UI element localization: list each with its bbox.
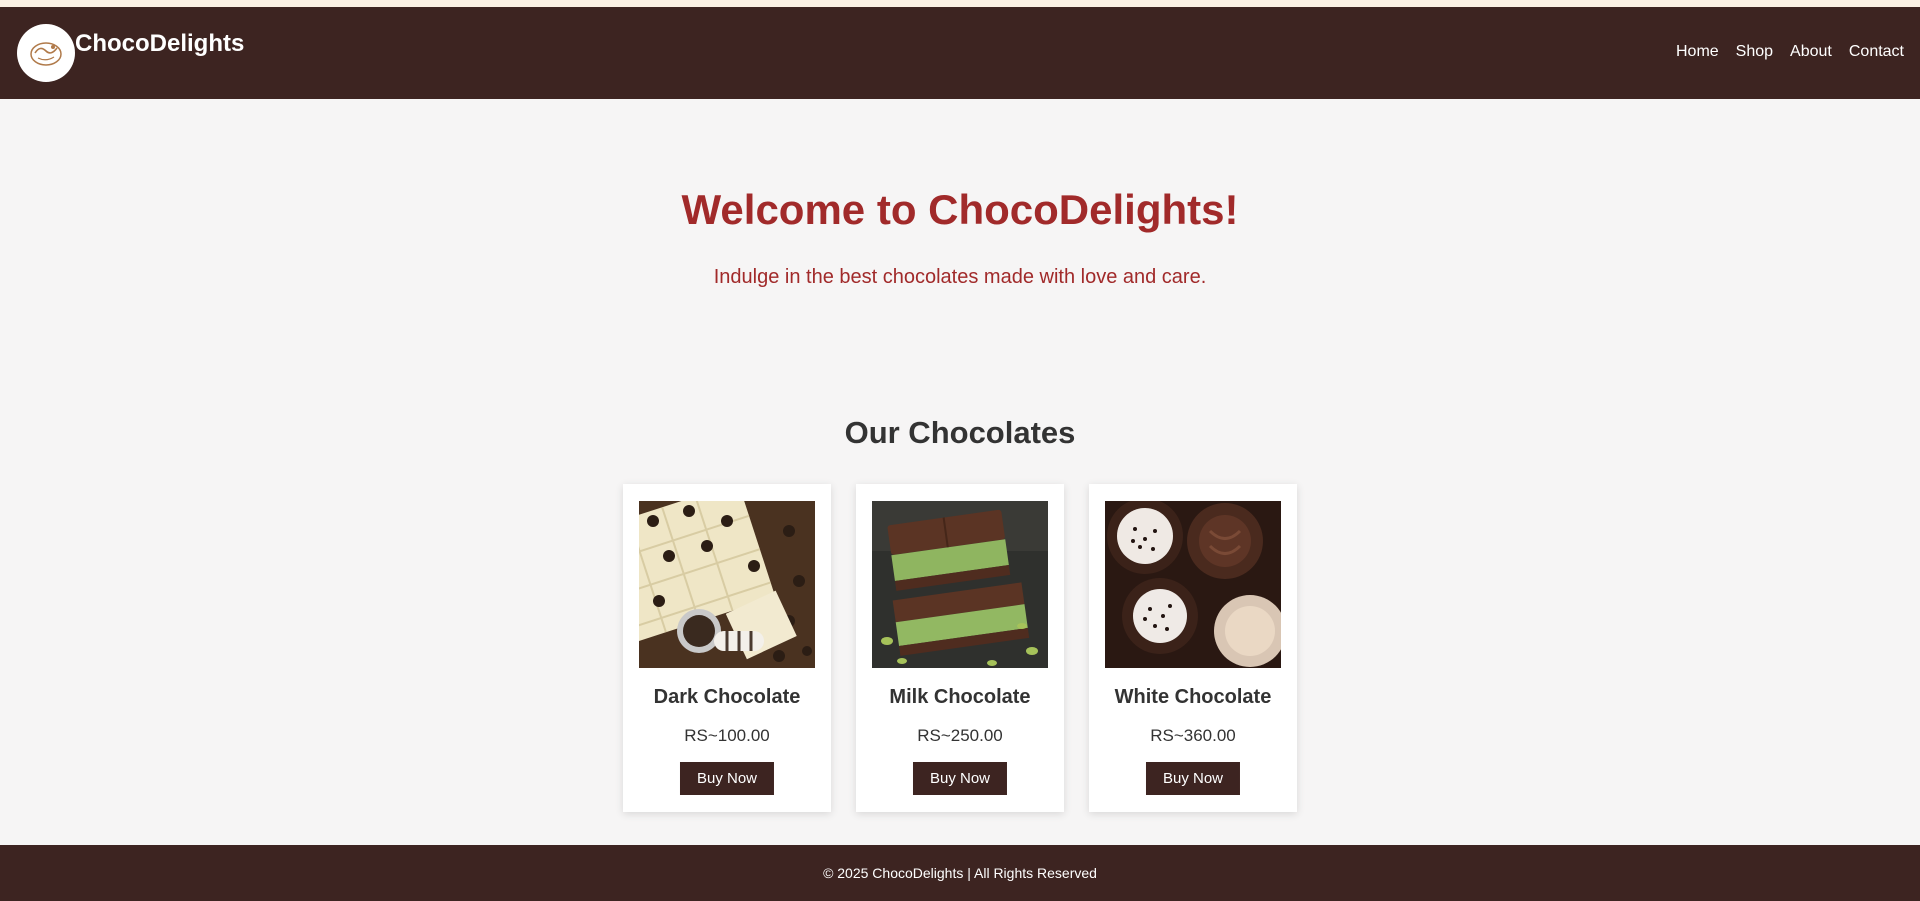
- product-card-milk: Milk Chocolate RS~250.00 Buy Now: [856, 484, 1064, 812]
- pistachio-chocolate-bar-image: [872, 501, 1048, 668]
- product-card-white: White Chocolate RS~360.00 Buy Now: [1089, 484, 1297, 812]
- product-card-dark: Dark Chocolate RS~100.00 Buy Now: [623, 484, 831, 812]
- nav-home[interactable]: Home: [1676, 43, 1719, 61]
- section-title: Our Chocolates: [844, 415, 1076, 450]
- chocolate-truffles-image: [1105, 501, 1281, 668]
- nav-contact[interactable]: Contact: [1849, 43, 1904, 61]
- product-price: RS~100.00: [684, 726, 770, 745]
- top-accent-strip: [0, 0, 1920, 7]
- hero-subtitle: Indulge in the best chocolates made with…: [713, 266, 1207, 288]
- brand-name[interactable]: ChocoDelights: [75, 30, 244, 58]
- hero-title: Welcome to ChocoDelights!: [681, 186, 1239, 233]
- product-name: Dark Chocolate: [653, 686, 801, 708]
- footer-copyright: © 2025 ChocoDelights | All Rights Reserv…: [823, 865, 1097, 881]
- white-chocolate-bar-image: [639, 501, 815, 668]
- buy-now-button[interactable]: Buy Now: [679, 762, 775, 795]
- product-image-dark: [639, 501, 815, 668]
- site-footer: © 2025 ChocoDelights | All Rights Reserv…: [0, 845, 1920, 901]
- buy-now-button[interactable]: Buy Now: [912, 762, 1008, 795]
- product-price: RS~360.00: [1150, 726, 1236, 745]
- site-header: ChocoDelights Home Shop About Contact: [0, 7, 1920, 99]
- main-nav: Home Shop About Contact: [1676, 43, 1904, 61]
- product-name: White Chocolate: [1114, 686, 1272, 708]
- product-image-white: [1105, 501, 1281, 668]
- product-image-milk: [872, 501, 1048, 668]
- chocolate-logo-icon: [30, 42, 62, 66]
- logo[interactable]: [17, 24, 75, 82]
- product-price: RS~250.00: [917, 726, 1003, 745]
- nav-about[interactable]: About: [1790, 43, 1832, 61]
- nav-shop[interactable]: Shop: [1736, 43, 1773, 61]
- product-name: Milk Chocolate: [889, 686, 1031, 708]
- buy-now-button[interactable]: Buy Now: [1145, 762, 1241, 795]
